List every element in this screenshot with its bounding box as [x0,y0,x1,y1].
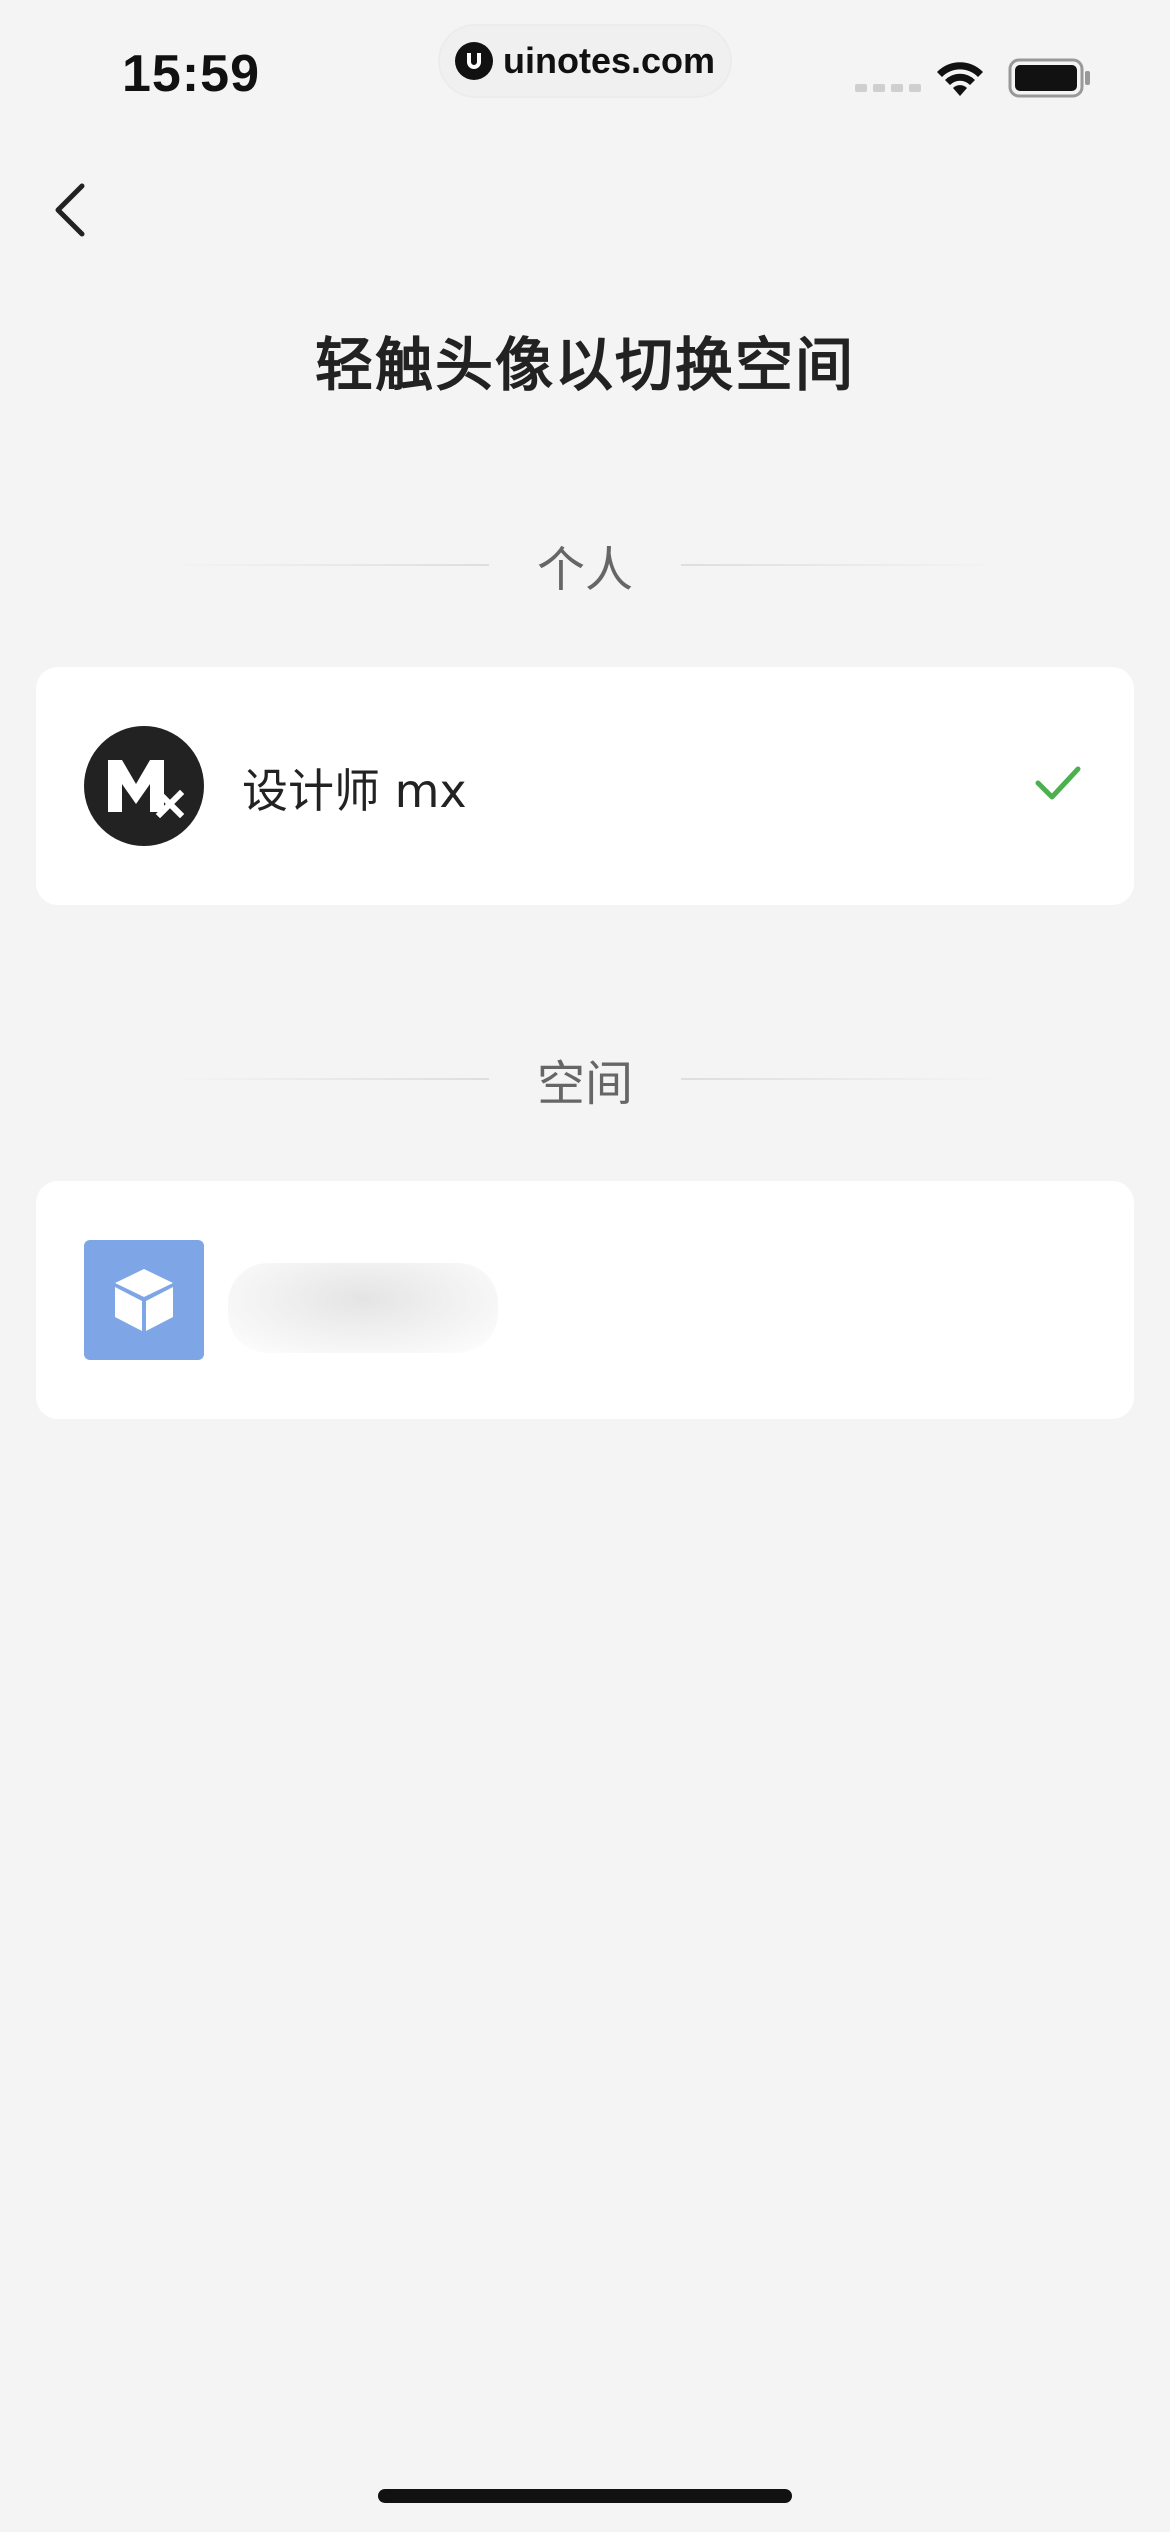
status-time: 15:59 [122,45,260,103]
spaces-section-divider: 空间 [0,1044,1170,1114]
page-title: 轻触头像以切换空间 [314,331,855,399]
divider-line [681,1078,1001,1080]
check-icon [1034,763,1082,807]
personal-section-label: 个人 [536,542,633,598]
cube-icon [115,1269,173,1331]
spaces-section-label: 空间 [536,1056,633,1112]
back-button[interactable] [38,170,102,250]
signal-icon [855,84,921,92]
space-avatar[interactable] [84,1240,204,1360]
status-bar: 15:59 uinotes.com [0,0,1170,140]
wifi-icon [935,58,985,102]
personal-account-card[interactable]: 设计师 mx [36,667,1134,905]
home-indicator[interactable] [378,2489,792,2503]
mx-logo-icon [108,760,184,818]
chevron-left-icon [55,183,85,237]
watermark-logo-icon [454,42,493,80]
battery-icon [1008,58,1092,102]
divider-line [681,564,1001,566]
watermark-badge: uinotes.com [440,26,730,96]
personal-section-divider: 个人 [0,530,1170,600]
watermark-text: uinotes.com [502,40,716,81]
space-card[interactable] [36,1181,1134,1419]
avatar[interactable] [84,726,204,846]
blurred-space-name [228,1263,498,1353]
divider-line [168,564,489,566]
account-name: 设计师 mx [242,764,467,818]
divider-line [168,1078,489,1080]
